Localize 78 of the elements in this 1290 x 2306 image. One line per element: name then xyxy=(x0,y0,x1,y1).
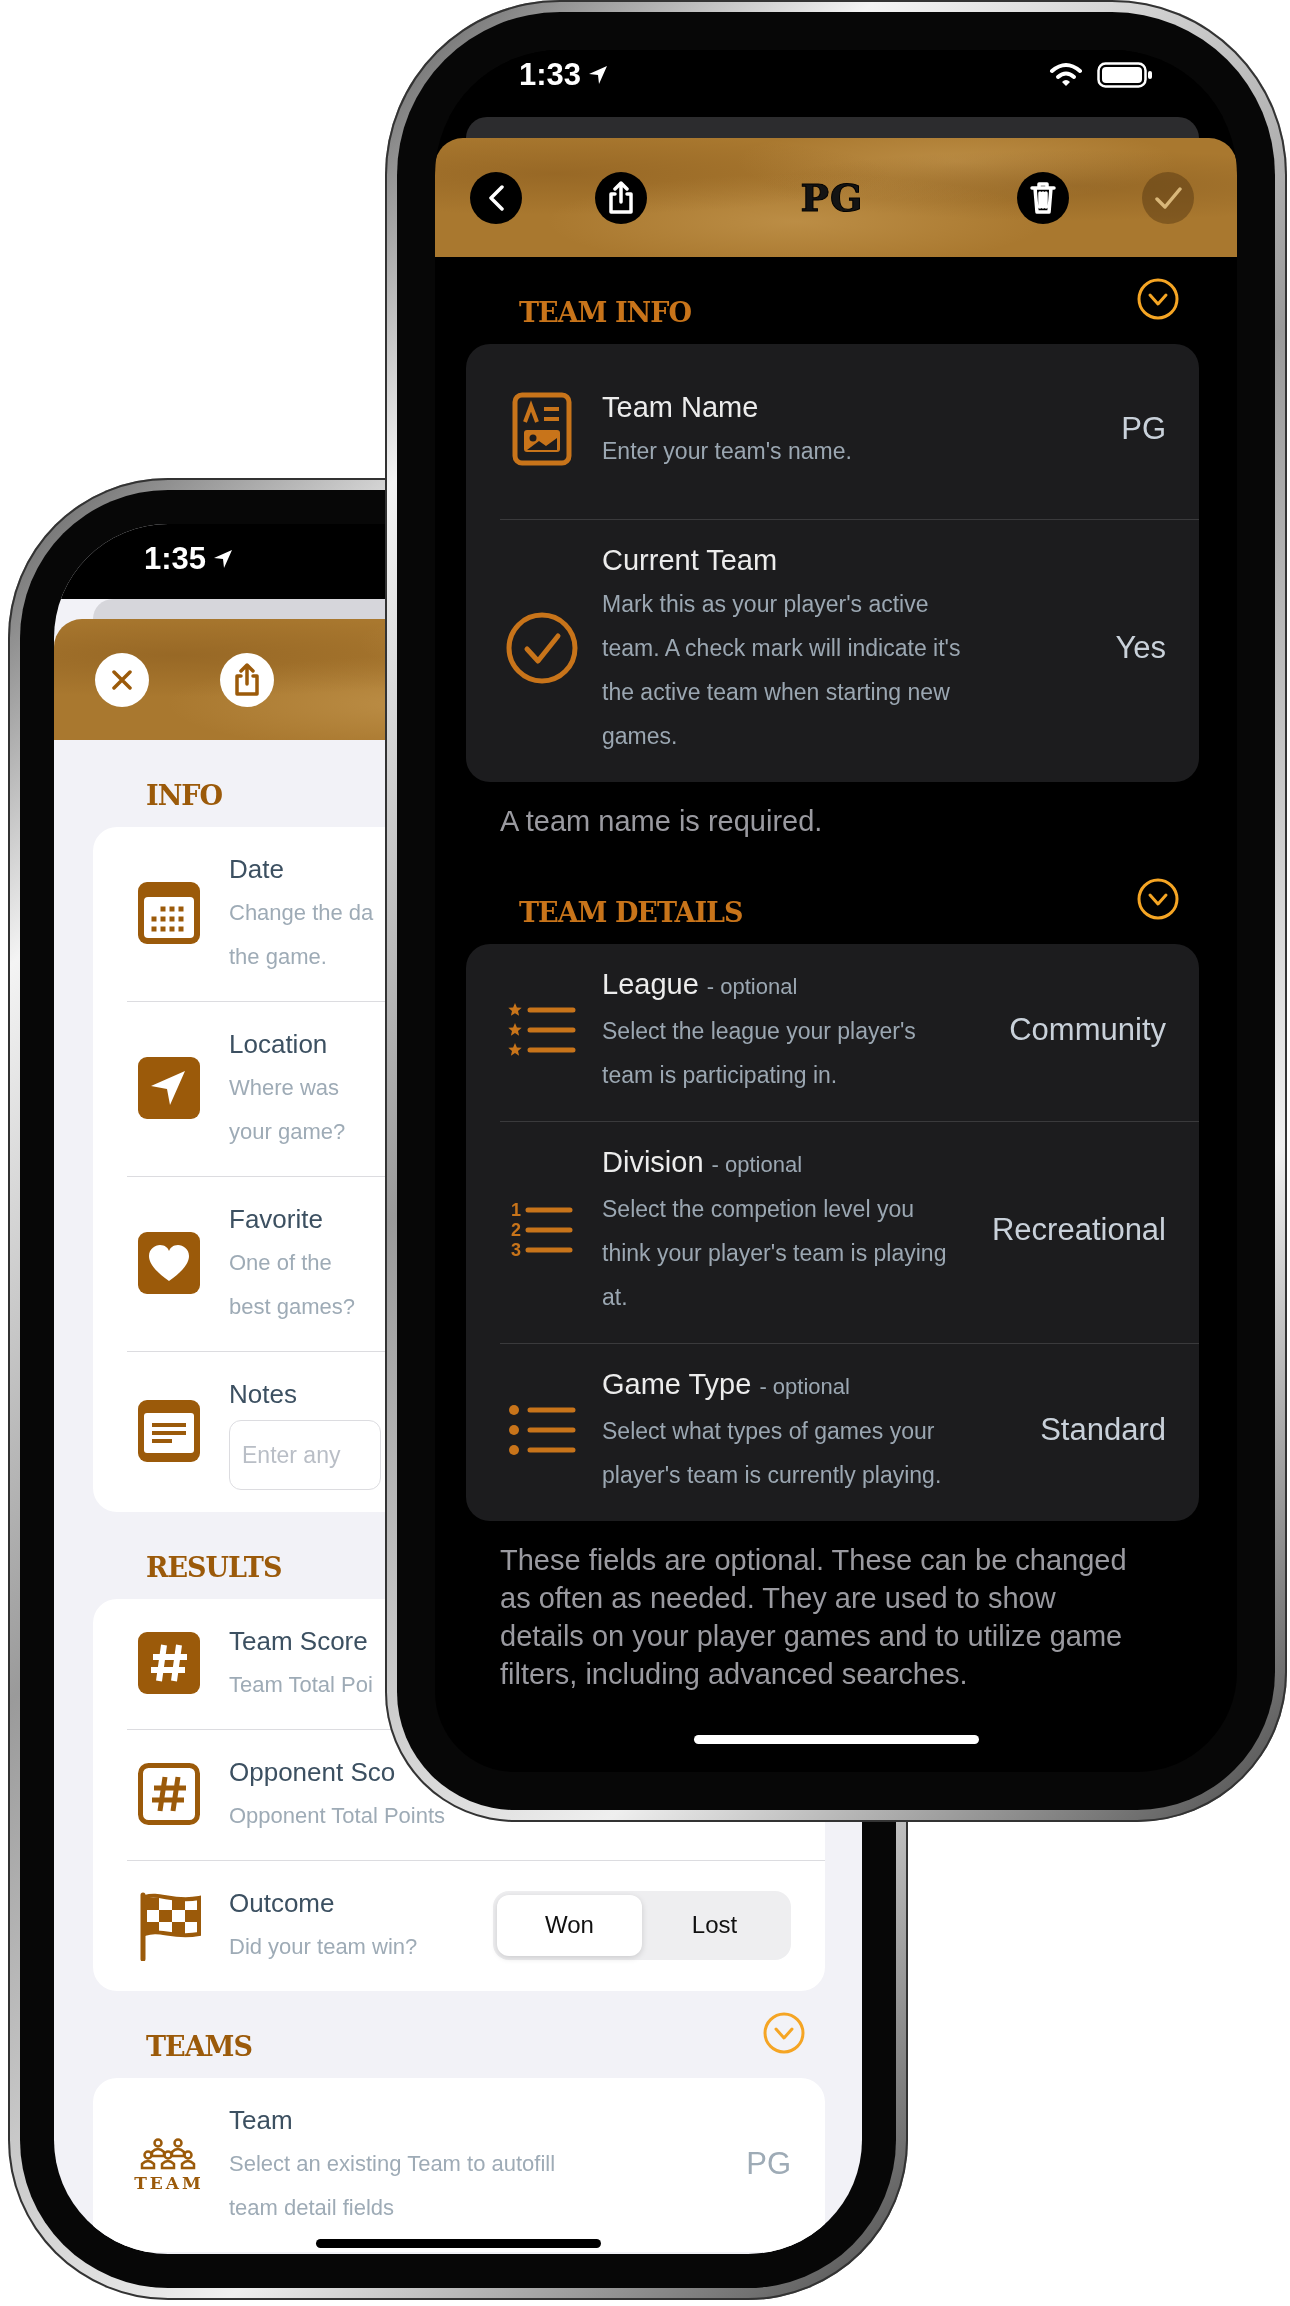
back-button[interactable] xyxy=(470,171,522,224)
section-footer: A team name is required. xyxy=(466,782,1199,857)
row-title: Opponent Sco xyxy=(229,1756,396,1789)
hash-icon xyxy=(138,1763,200,1825)
optional-label: - optional xyxy=(706,973,798,1001)
row-title: Favorite xyxy=(229,1203,323,1236)
list-number: 3 xyxy=(511,1239,521,1260)
list-number: 1 xyxy=(511,1199,521,1220)
row-title: Team Score xyxy=(229,1625,368,1658)
notes-field[interactable]: Enter any xyxy=(229,1420,381,1490)
close-button[interactable] xyxy=(95,652,149,707)
row-title: League xyxy=(602,967,699,1002)
chevron-down-icon[interactable] xyxy=(1137,878,1179,920)
row-title: Date xyxy=(229,853,284,886)
share-icon xyxy=(235,663,259,696)
check-circle-icon xyxy=(505,611,579,685)
row-title: Outcome xyxy=(229,1887,335,1920)
row-subtitle: your game? xyxy=(229,1118,346,1146)
row-subtitle: Team Total Poi xyxy=(229,1671,373,1699)
row-subtitle: One of the xyxy=(229,1249,332,1277)
row-value: PG xyxy=(1120,410,1166,447)
row-description: Select what types of games your player's team is currently playing. xyxy=(602,1417,943,1490)
location-arrow-icon xyxy=(212,548,235,570)
row-title: Team Name xyxy=(602,389,759,425)
segment[interactable]: Won xyxy=(497,1894,642,1956)
list-number: 2 xyxy=(511,1219,521,1240)
optional-label: - optional xyxy=(759,1373,850,1401)
segment[interactable]: Lost xyxy=(642,1894,787,1956)
trash-icon xyxy=(1030,181,1056,214)
optional-label: - optional xyxy=(711,1151,803,1179)
wifi-icon xyxy=(1049,62,1083,88)
chevron-left-icon xyxy=(488,184,504,211)
row-description: Mark this as your player's active team. A check mark will indicate it's the active team when starting new games. xyxy=(602,590,962,751)
row-subtitle: Change the da xyxy=(229,899,374,927)
row-description: Select the competion level you think your player's team is playing at. xyxy=(602,1195,948,1312)
location-arrow-icon xyxy=(587,64,610,86)
row-value: Yes xyxy=(1114,630,1166,666)
section-header: TEAM DETAILS xyxy=(519,896,743,930)
row-value: Standard xyxy=(1039,1411,1166,1448)
close-icon xyxy=(112,669,132,690)
star-list-icon xyxy=(508,1001,576,1058)
row-value: Recreational xyxy=(990,1211,1166,1248)
icon-caption: TEAM xyxy=(134,2173,204,2193)
checkmark-icon xyxy=(1154,186,1182,209)
delete-button[interactable] xyxy=(1017,171,1069,224)
row-value: Community xyxy=(1008,1011,1166,1048)
row-subtitle: the game. xyxy=(229,943,327,971)
row-value: PG xyxy=(745,2146,791,2182)
section-header: TEAMS xyxy=(146,2030,252,2064)
section-header: RESULTS xyxy=(146,1551,282,1585)
share-button[interactable] xyxy=(595,171,647,224)
row-subtitle: best games? xyxy=(229,1293,355,1321)
note-icon xyxy=(138,1400,200,1462)
row-title: Team xyxy=(229,2104,293,2137)
share-icon xyxy=(609,181,633,214)
battery-icon xyxy=(1097,62,1153,88)
row-description: Enter your team's name. xyxy=(602,436,853,466)
row-subtitle: team detail fields xyxy=(229,2194,395,2222)
row-title: Division xyxy=(602,1145,704,1180)
row-subtitle: Opponent Total Points xyxy=(229,1802,446,1830)
row-description: Select the league your player's team is participating in. xyxy=(602,1017,917,1090)
chevron-down-icon[interactable] xyxy=(1137,278,1179,320)
row-title: Current Team xyxy=(602,543,778,578)
section-header: TEAM INFO xyxy=(519,296,691,330)
row-subtitle: Select an existing Team to autofill xyxy=(229,2150,556,2178)
row-subtitle: Did your team win? xyxy=(229,1933,418,1961)
id-card-icon xyxy=(512,391,572,466)
row-title: Game Type xyxy=(602,1367,752,1402)
hash-icon xyxy=(138,1632,200,1694)
status-time: 1:33 xyxy=(519,56,582,94)
status-time: 1:35 xyxy=(144,540,207,578)
row-title: Location xyxy=(229,1028,328,1061)
section-header: INFO xyxy=(146,779,222,813)
screen-title: PG xyxy=(800,175,864,220)
row-title: Notes xyxy=(229,1378,297,1411)
section-footer: These fields are optional. These can be changed as often as needed. They are used to show details on your player games and to utilize game filters, including advanced searches. xyxy=(466,1521,1199,1710)
row-subtitle: Where was xyxy=(229,1074,340,1102)
calendar-icon xyxy=(138,882,200,944)
